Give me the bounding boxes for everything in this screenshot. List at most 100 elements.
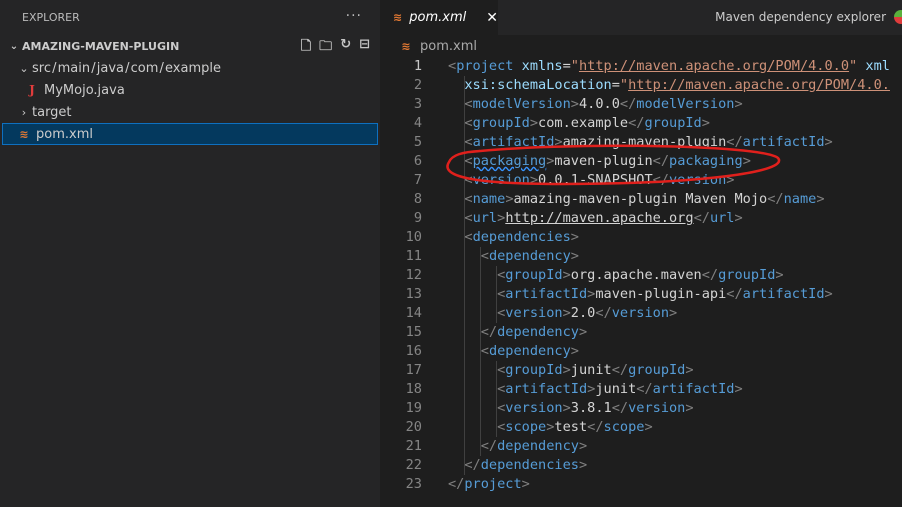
- code-token: test: [554, 419, 588, 435]
- code-token: >: [570, 343, 579, 359]
- code-line: <version>2.0</version>: [448, 304, 677, 323]
- code-token: </: [587, 419, 604, 435]
- code-token: version: [628, 400, 686, 416]
- code-token: modelVersion: [636, 96, 735, 112]
- xml-file-icon: ≋: [401, 39, 411, 53]
- code-token: name: [783, 191, 817, 207]
- line-number: 8: [413, 191, 422, 207]
- code-token: >: [570, 96, 579, 112]
- code-token: version: [472, 172, 530, 188]
- code-token: =: [611, 77, 620, 93]
- code-token: </: [464, 457, 481, 473]
- tree-item-src[interactable]: ⌄ src / main / java / com / example: [0, 57, 380, 79]
- code-token: >: [644, 419, 653, 435]
- line-number: 9: [413, 210, 422, 226]
- code-token: </: [636, 381, 653, 397]
- code-line: </dependency>: [448, 437, 587, 456]
- close-icon[interactable]: ✕: [486, 10, 498, 26]
- code-line: <groupId>com.example</groupId>: [448, 114, 710, 133]
- new-file-icon[interactable]: 🗋: [301, 37, 311, 59]
- code-line: <version>3.8.1</version>: [448, 399, 693, 418]
- code-token: packaging: [472, 153, 547, 169]
- tree-item-mymojo[interactable]: J MyMojo.java: [0, 79, 380, 101]
- code-token: <: [464, 210, 473, 226]
- code-token: >: [701, 115, 710, 131]
- line-number: 7: [413, 172, 422, 188]
- workspace-folder[interactable]: ⌄ AMAZING-MAVEN-PLUGIN 🗋 🗀 ↻ ⊟: [0, 35, 380, 57]
- tree-item-label: src / main / java / com / example: [32, 60, 221, 76]
- line-number: 16: [405, 343, 422, 359]
- code-token: artifactId: [742, 286, 825, 302]
- more-actions-icon[interactable]: ···: [346, 8, 362, 24]
- xml-file-icon: ≋: [393, 11, 403, 24]
- breadcrumb-item[interactable]: pom.xml: [420, 39, 477, 54]
- code-token: >: [570, 229, 579, 245]
- code-token: <: [464, 153, 473, 169]
- code-line: <artifactId>junit</artifactId>: [448, 380, 743, 399]
- code-token: artifactId: [505, 381, 588, 397]
- line-number: 11: [405, 248, 422, 264]
- refresh-icon[interactable]: ↻: [340, 37, 351, 59]
- code-token: >: [529, 115, 539, 131]
- tab-pom-xml[interactable]: ≋ pom.xml ✕: [380, 0, 498, 35]
- code-token: >: [521, 476, 530, 492]
- code-token: artifactId: [472, 134, 555, 150]
- code-token: >: [742, 153, 751, 169]
- code-token: xsi:schemaLocation: [464, 77, 612, 93]
- code-token: amazing-maven-plugin Maven Mojo: [513, 191, 768, 207]
- editor-tabs: ≋ pom.xml ✕ Maven dependency explorer: [380, 0, 902, 35]
- tab-label: pom.xml: [409, 10, 467, 25]
- code-line: <project xmlns="http://maven.apache.org/…: [448, 57, 890, 76]
- code-token: xml: [865, 58, 890, 74]
- indent-guide: [496, 266, 497, 323]
- code-token: groupId: [628, 362, 686, 378]
- code-token: name: [472, 191, 506, 207]
- java-file-icon: J: [29, 83, 35, 97]
- code-token: >: [505, 191, 514, 207]
- code-token: </: [726, 134, 743, 150]
- line-number: 17: [405, 362, 422, 378]
- code-line: xsi:schemaLocation="http://maven.apache.…: [448, 76, 890, 95]
- code-token: artifactId: [652, 381, 735, 397]
- tree-item-pom[interactable]: ≋ pom.xml: [2, 123, 378, 145]
- code-editor[interactable]: 1 <project xmlns="http://maven.apache.org…: [380, 57, 902, 507]
- code-token: dependencies: [480, 457, 579, 473]
- indent-guide: [480, 342, 481, 437]
- code-token: dependency: [488, 343, 571, 359]
- code-token: >: [824, 134, 833, 150]
- code-token: <: [464, 96, 473, 112]
- line-number: 20: [405, 419, 422, 435]
- code-token: </: [701, 267, 719, 283]
- chevron-right-icon: ›: [21, 105, 27, 119]
- explorer-header: EXPLORER ···: [0, 0, 380, 35]
- code-token: </: [611, 400, 629, 416]
- code-token: >: [578, 457, 588, 473]
- xml-file-icon: ≋: [19, 127, 29, 141]
- maven-dependency-explorer-button[interactable]: Maven dependency explorer: [715, 10, 886, 24]
- code-token: </: [595, 305, 612, 321]
- new-folder-icon[interactable]: 🗀: [319, 37, 332, 59]
- code-token: </: [480, 324, 498, 340]
- explorer-sidebar: EXPLORER ··· ⌄ AMAZING-MAVEN-PLUGIN 🗋 🗀 …: [0, 0, 380, 507]
- line-number: 18: [405, 381, 422, 397]
- line-number: 19: [405, 400, 422, 416]
- collapse-all-icon[interactable]: ⊟: [359, 37, 370, 59]
- maven-explorer-icon[interactable]: [894, 10, 902, 24]
- code-token: dependency: [488, 248, 571, 264]
- line-number: 5: [413, 134, 422, 150]
- code-token: >: [562, 305, 571, 321]
- line-number: 21: [405, 438, 422, 454]
- explorer-title: EXPLORER: [22, 11, 80, 24]
- tree-item-target[interactable]: › target: [0, 101, 380, 123]
- code-token: http://maven.apache.org/POM/4.0.: [628, 77, 890, 93]
- code-token: >: [570, 248, 579, 264]
